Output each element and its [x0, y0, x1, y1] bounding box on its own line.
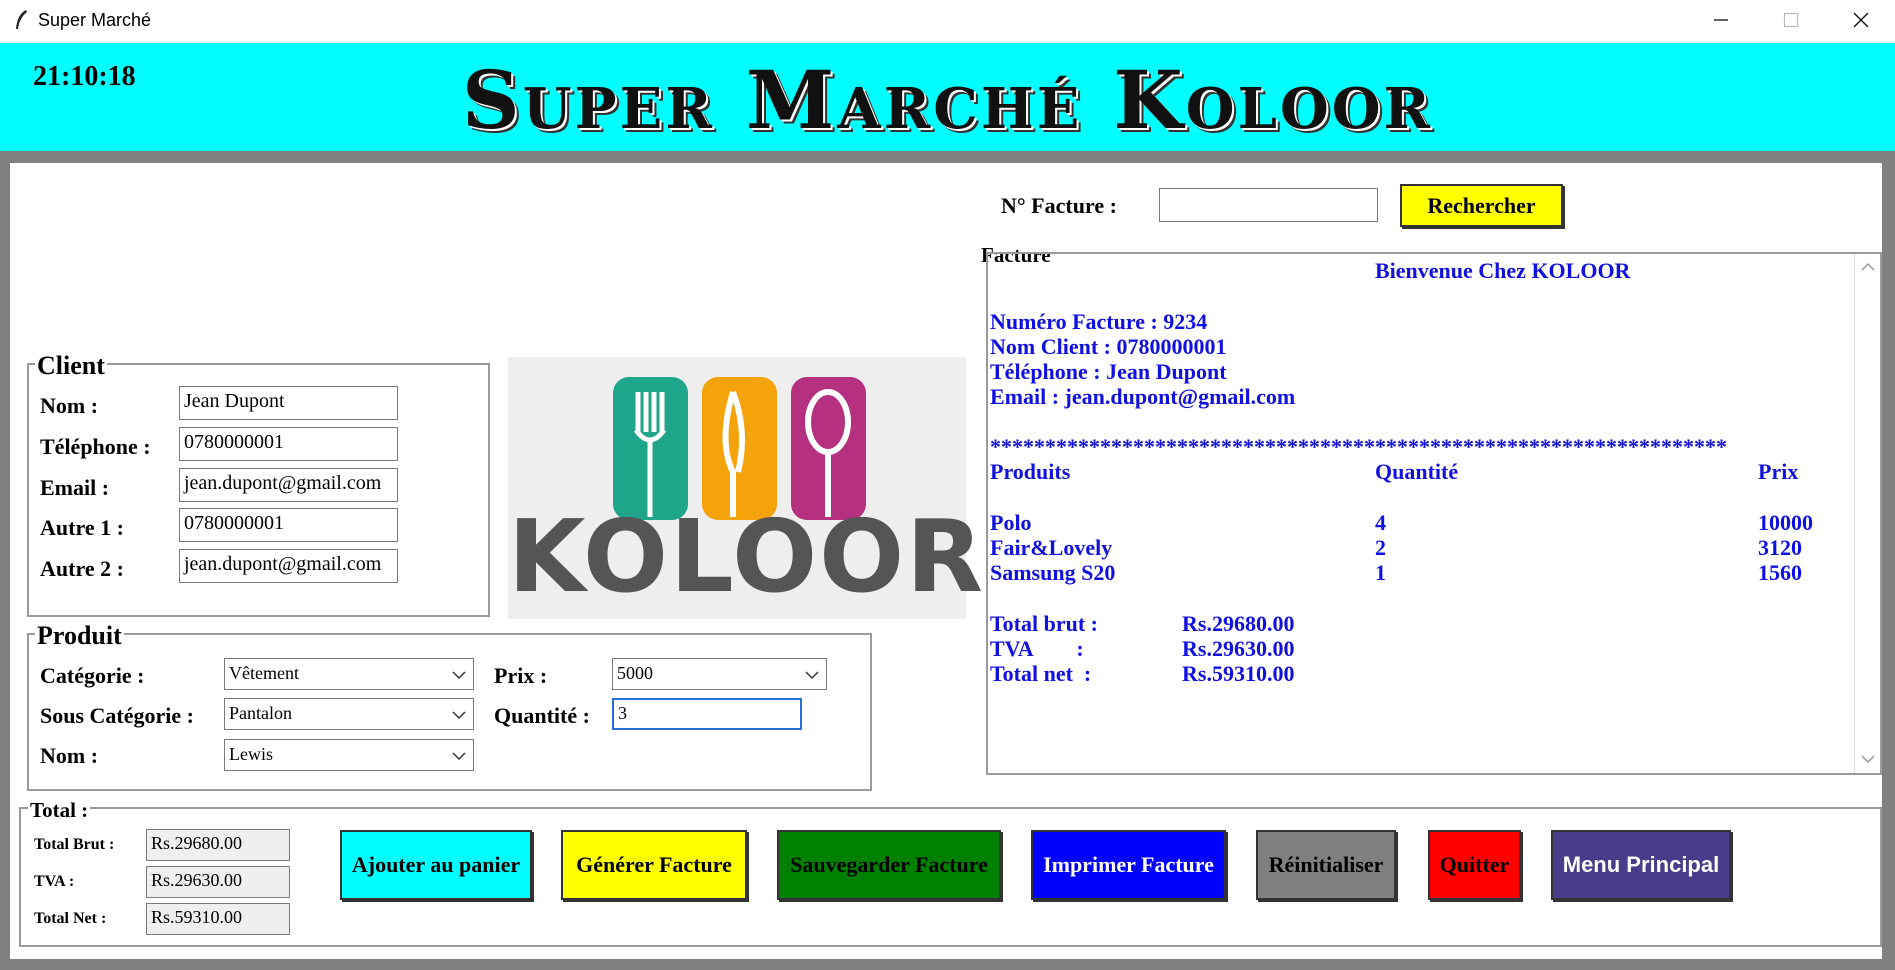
logo-wordmark: KOLOOR: [508, 498, 986, 615]
tva-field[interactable]: Rs.29630.00: [146, 866, 290, 898]
content-panel: N° Facture : Rechercher Client Nom : Jea…: [10, 163, 1882, 959]
client-autre1-label: Autre 1 :: [40, 515, 124, 540]
search-button[interactable]: Rechercher: [1400, 184, 1563, 227]
invoice-item-prix: 3120: [1758, 535, 1802, 560]
quantite-label: Quantité :: [494, 703, 590, 728]
categorie-select[interactable]: Vêtement: [224, 658, 474, 690]
main-frame: N° Facture : Rechercher Client Nom : Jea…: [0, 151, 1895, 970]
client-autre1-input[interactable]: 0780000001: [179, 508, 398, 542]
invoice-tva-label: TVA :: [990, 636, 1084, 661]
chevron-down-icon: [452, 671, 466, 680]
prix-value: 5000: [617, 663, 653, 683]
print-invoice-button[interactable]: Imprimer Facture: [1031, 830, 1226, 900]
invoice-content: Bienvenue Chez KOLOOR Numéro Facture : 9…: [990, 254, 1852, 773]
invoice-nom-client: Nom Client : 0780000001: [990, 334, 1227, 359]
invoice-item-produit: Polo: [990, 510, 1032, 535]
client-email-label: Email :: [40, 475, 110, 500]
generate-invoice-button[interactable]: Générer Facture: [561, 830, 747, 900]
client-autre2-input[interactable]: jean.dupont@gmail.com: [179, 549, 398, 583]
chevron-up-icon[interactable]: [1861, 262, 1875, 272]
client-nom-input[interactable]: Jean Dupont: [179, 386, 398, 420]
invoice-col-quantite: Quantité: [1375, 459, 1459, 484]
total-legend: Total :: [28, 798, 91, 823]
total-brut-field[interactable]: Rs.29680.00: [146, 829, 290, 861]
invoice-tva-value: Rs.29630.00: [1182, 636, 1295, 661]
reset-button[interactable]: Réinitialiser: [1256, 830, 1396, 900]
invoice-item-produit: Fair&Lovely: [990, 535, 1113, 560]
minimize-button[interactable]: [1686, 0, 1756, 40]
tva-label: TVA :: [34, 873, 75, 890]
produit-nom-label: Nom :: [40, 743, 99, 768]
main-menu-button[interactable]: Menu Principal: [1551, 830, 1731, 900]
invoice-col-prix: Prix: [1758, 459, 1799, 484]
add-to-cart-button[interactable]: Ajouter au panier: [340, 830, 532, 900]
invoice-number-input[interactable]: [1159, 188, 1378, 222]
maximize-button[interactable]: [1756, 0, 1826, 40]
client-telephone-label: Téléphone :: [40, 434, 151, 459]
sous-categorie-label: Sous Catégorie :: [40, 703, 194, 728]
client-legend: Client: [35, 351, 107, 381]
feather-icon: [16, 10, 27, 29]
total-net-field[interactable]: Rs.59310.00: [146, 903, 290, 935]
prix-select[interactable]: 5000: [612, 658, 827, 690]
categorie-value: Vêtement: [229, 663, 299, 683]
invoice-text-area[interactable]: Bienvenue Chez KOLOOR Numéro Facture : 9…: [986, 252, 1882, 775]
close-button[interactable]: [1826, 0, 1895, 40]
produit-nom-value: Lewis: [229, 744, 273, 764]
total-brut-label: Total Brut :: [34, 836, 115, 853]
invoice-item-produit: Samsung S20: [990, 560, 1116, 585]
invoice-total-net-label: Total net :: [990, 661, 1092, 686]
window-title-bar: Super Marché: [0, 0, 1895, 43]
total-net-label: Total Net :: [34, 910, 107, 927]
sous-categorie-value: Pantalon: [229, 703, 292, 723]
quit-button[interactable]: Quitter: [1428, 830, 1521, 900]
invoice-email: Email : jean.dupont@gmail.com: [990, 384, 1296, 409]
koloor-logo: KOLOOR: [508, 357, 986, 619]
minimize-icon: [1714, 19, 1728, 21]
invoice-separator: ****************************************…: [990, 434, 1727, 459]
client-nom-label: Nom :: [40, 393, 99, 418]
invoice-item-prix: 10000: [1758, 510, 1813, 535]
invoice-numero: Numéro Facture : 9234: [990, 309, 1208, 334]
chevron-down-icon: [452, 711, 466, 720]
quantite-input[interactable]: 3: [612, 698, 802, 730]
chevron-down-icon[interactable]: [1861, 754, 1875, 764]
invoice-item-quantite: 1: [1375, 560, 1386, 585]
invoice-col-produits: Produits: [990, 459, 1071, 484]
save-invoice-button[interactable]: Sauvegarder Facture: [777, 830, 1001, 900]
close-icon: [1853, 12, 1869, 28]
invoice-scrollbar[interactable]: [1854, 254, 1880, 773]
invoice-item-quantite: 4: [1375, 510, 1386, 535]
client-autre2-label: Autre 2 :: [40, 556, 124, 581]
invoice-total-net-value: Rs.59310.00: [1182, 661, 1295, 686]
store-title: Super Marché Koloor: [461, 53, 1434, 147]
client-email-input[interactable]: jean.dupont@gmail.com: [179, 468, 398, 502]
chevron-down-icon: [805, 671, 819, 680]
prix-label: Prix :: [494, 663, 548, 688]
invoice-total-brut-value: Rs.29680.00: [1182, 611, 1295, 636]
produit-nom-select[interactable]: Lewis: [224, 739, 474, 771]
client-telephone-input[interactable]: 0780000001: [179, 427, 398, 461]
invoice-telephone: Téléphone : Jean Dupont: [990, 359, 1227, 384]
categorie-label: Catégorie :: [40, 663, 145, 688]
maximize-icon: [1783, 12, 1799, 28]
window-title: Super Marché: [38, 10, 152, 30]
invoice-number-label: N° Facture :: [1001, 193, 1117, 218]
invoice-item-quantite: 2: [1375, 535, 1386, 560]
produit-legend: Produit: [35, 621, 124, 651]
app-header: 21:10:18 Super Marché Koloor: [0, 43, 1895, 151]
chevron-down-icon: [452, 752, 466, 761]
invoice-welcome: Bienvenue Chez KOLOOR: [1375, 258, 1631, 283]
invoice-item-prix: 1560: [1758, 560, 1802, 585]
invoice-total-brut-label: Total brut :: [990, 611, 1098, 636]
sous-categorie-select[interactable]: Pantalon: [224, 698, 474, 730]
